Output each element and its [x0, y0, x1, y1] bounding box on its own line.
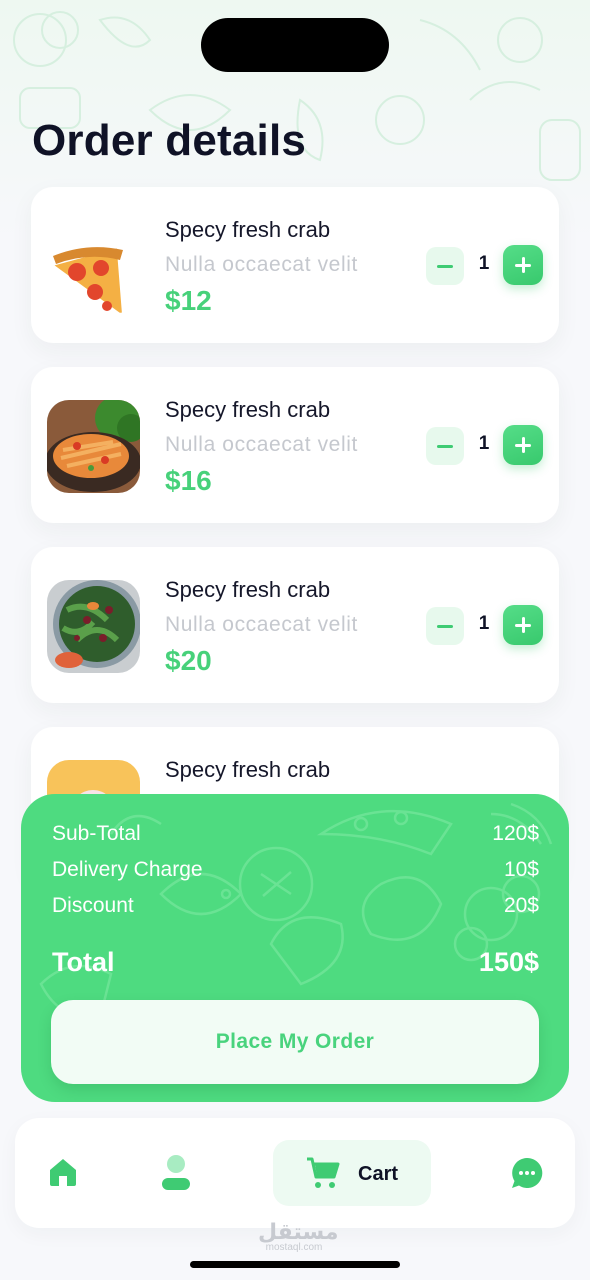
item-quantity: 1 [478, 253, 490, 274]
nav-cart-tab[interactable]: Cart [273, 1140, 431, 1206]
item-name: Specy fresh crab [165, 577, 331, 602]
subtotal-row: Sub-Total 120$ [52, 822, 539, 846]
mostaql-watermark-logo: مستقل mostaql.com [258, 1219, 339, 1254]
cart-item-card: Specy fresh crab Nulla occaecat velit $2… [31, 547, 559, 703]
total-value: 150$ [478, 947, 539, 977]
item-quantity: 1 [478, 433, 490, 454]
item-description: Nulla occaecat velit [165, 433, 358, 456]
cart-item-card: Specy fresh crab Nulla occaecat velit $1… [31, 187, 559, 343]
item-name: Specy fresh crab [165, 757, 331, 782]
item-price: $12 [165, 285, 212, 316]
place-order-button[interactable]: Place My Order [51, 1000, 539, 1084]
pizza-slice-image [47, 220, 140, 313]
watermark-latin-text: mostaql.com [265, 1242, 323, 1253]
salad-bowl-image [47, 580, 140, 673]
delivery-charge-value: 10$ [503, 858, 539, 881]
item-price: $20 [165, 645, 212, 676]
watermark-arabic-text: مستقل [258, 1219, 339, 1244]
pasta-plate-image [47, 400, 140, 493]
home-indicator[interactable] [190, 1261, 400, 1268]
bottom-navigation: Cart [15, 1118, 575, 1228]
delivery-charge-row: Delivery Charge 10$ [52, 858, 539, 882]
chat-icon[interactable] [510, 1156, 544, 1195]
increase-quantity-button[interactable] [503, 425, 543, 465]
item-name: Specy fresh crab [165, 217, 331, 242]
item-price: $16 [165, 465, 212, 496]
increase-quantity-button[interactable] [503, 605, 543, 645]
increase-quantity-button[interactable] [503, 245, 543, 285]
cart-item-card: Specy fresh crab Nulla occaecat velit $1… [31, 367, 559, 523]
subtotal-label: Sub-Total [52, 822, 141, 845]
decrease-quantity-button[interactable] [426, 247, 464, 285]
item-quantity: 1 [478, 613, 490, 634]
minus-icon [437, 624, 453, 628]
item-name: Specy fresh crab [165, 397, 331, 422]
total-row: Total 150$ [52, 947, 539, 978]
total-label: Total [52, 947, 115, 977]
decrease-quantity-button[interactable] [426, 427, 464, 465]
discount-value: 20$ [503, 894, 539, 917]
minus-icon [437, 264, 453, 268]
status-bar-notch [201, 18, 389, 72]
cart-icon [305, 1155, 341, 1196]
nav-cart-label: Cart [358, 1163, 399, 1185]
item-description: Nulla occaecat velit [165, 613, 358, 636]
item-description: Nulla occaecat velit [165, 253, 358, 276]
home-icon[interactable] [47, 1156, 79, 1193]
subtotal-value: 120$ [492, 822, 539, 845]
decrease-quantity-button[interactable] [426, 607, 464, 645]
delivery-charge-label: Delivery Charge [52, 858, 203, 881]
order-summary-panel: Sub-Total 120$ Delivery Charge 10$ Disco… [21, 794, 569, 1102]
minus-icon [437, 444, 453, 448]
page-title: Order details [32, 116, 307, 165]
profile-icon[interactable] [160, 1154, 192, 1197]
discount-label: Discount [52, 894, 134, 917]
discount-row: Discount 20$ [52, 894, 539, 918]
